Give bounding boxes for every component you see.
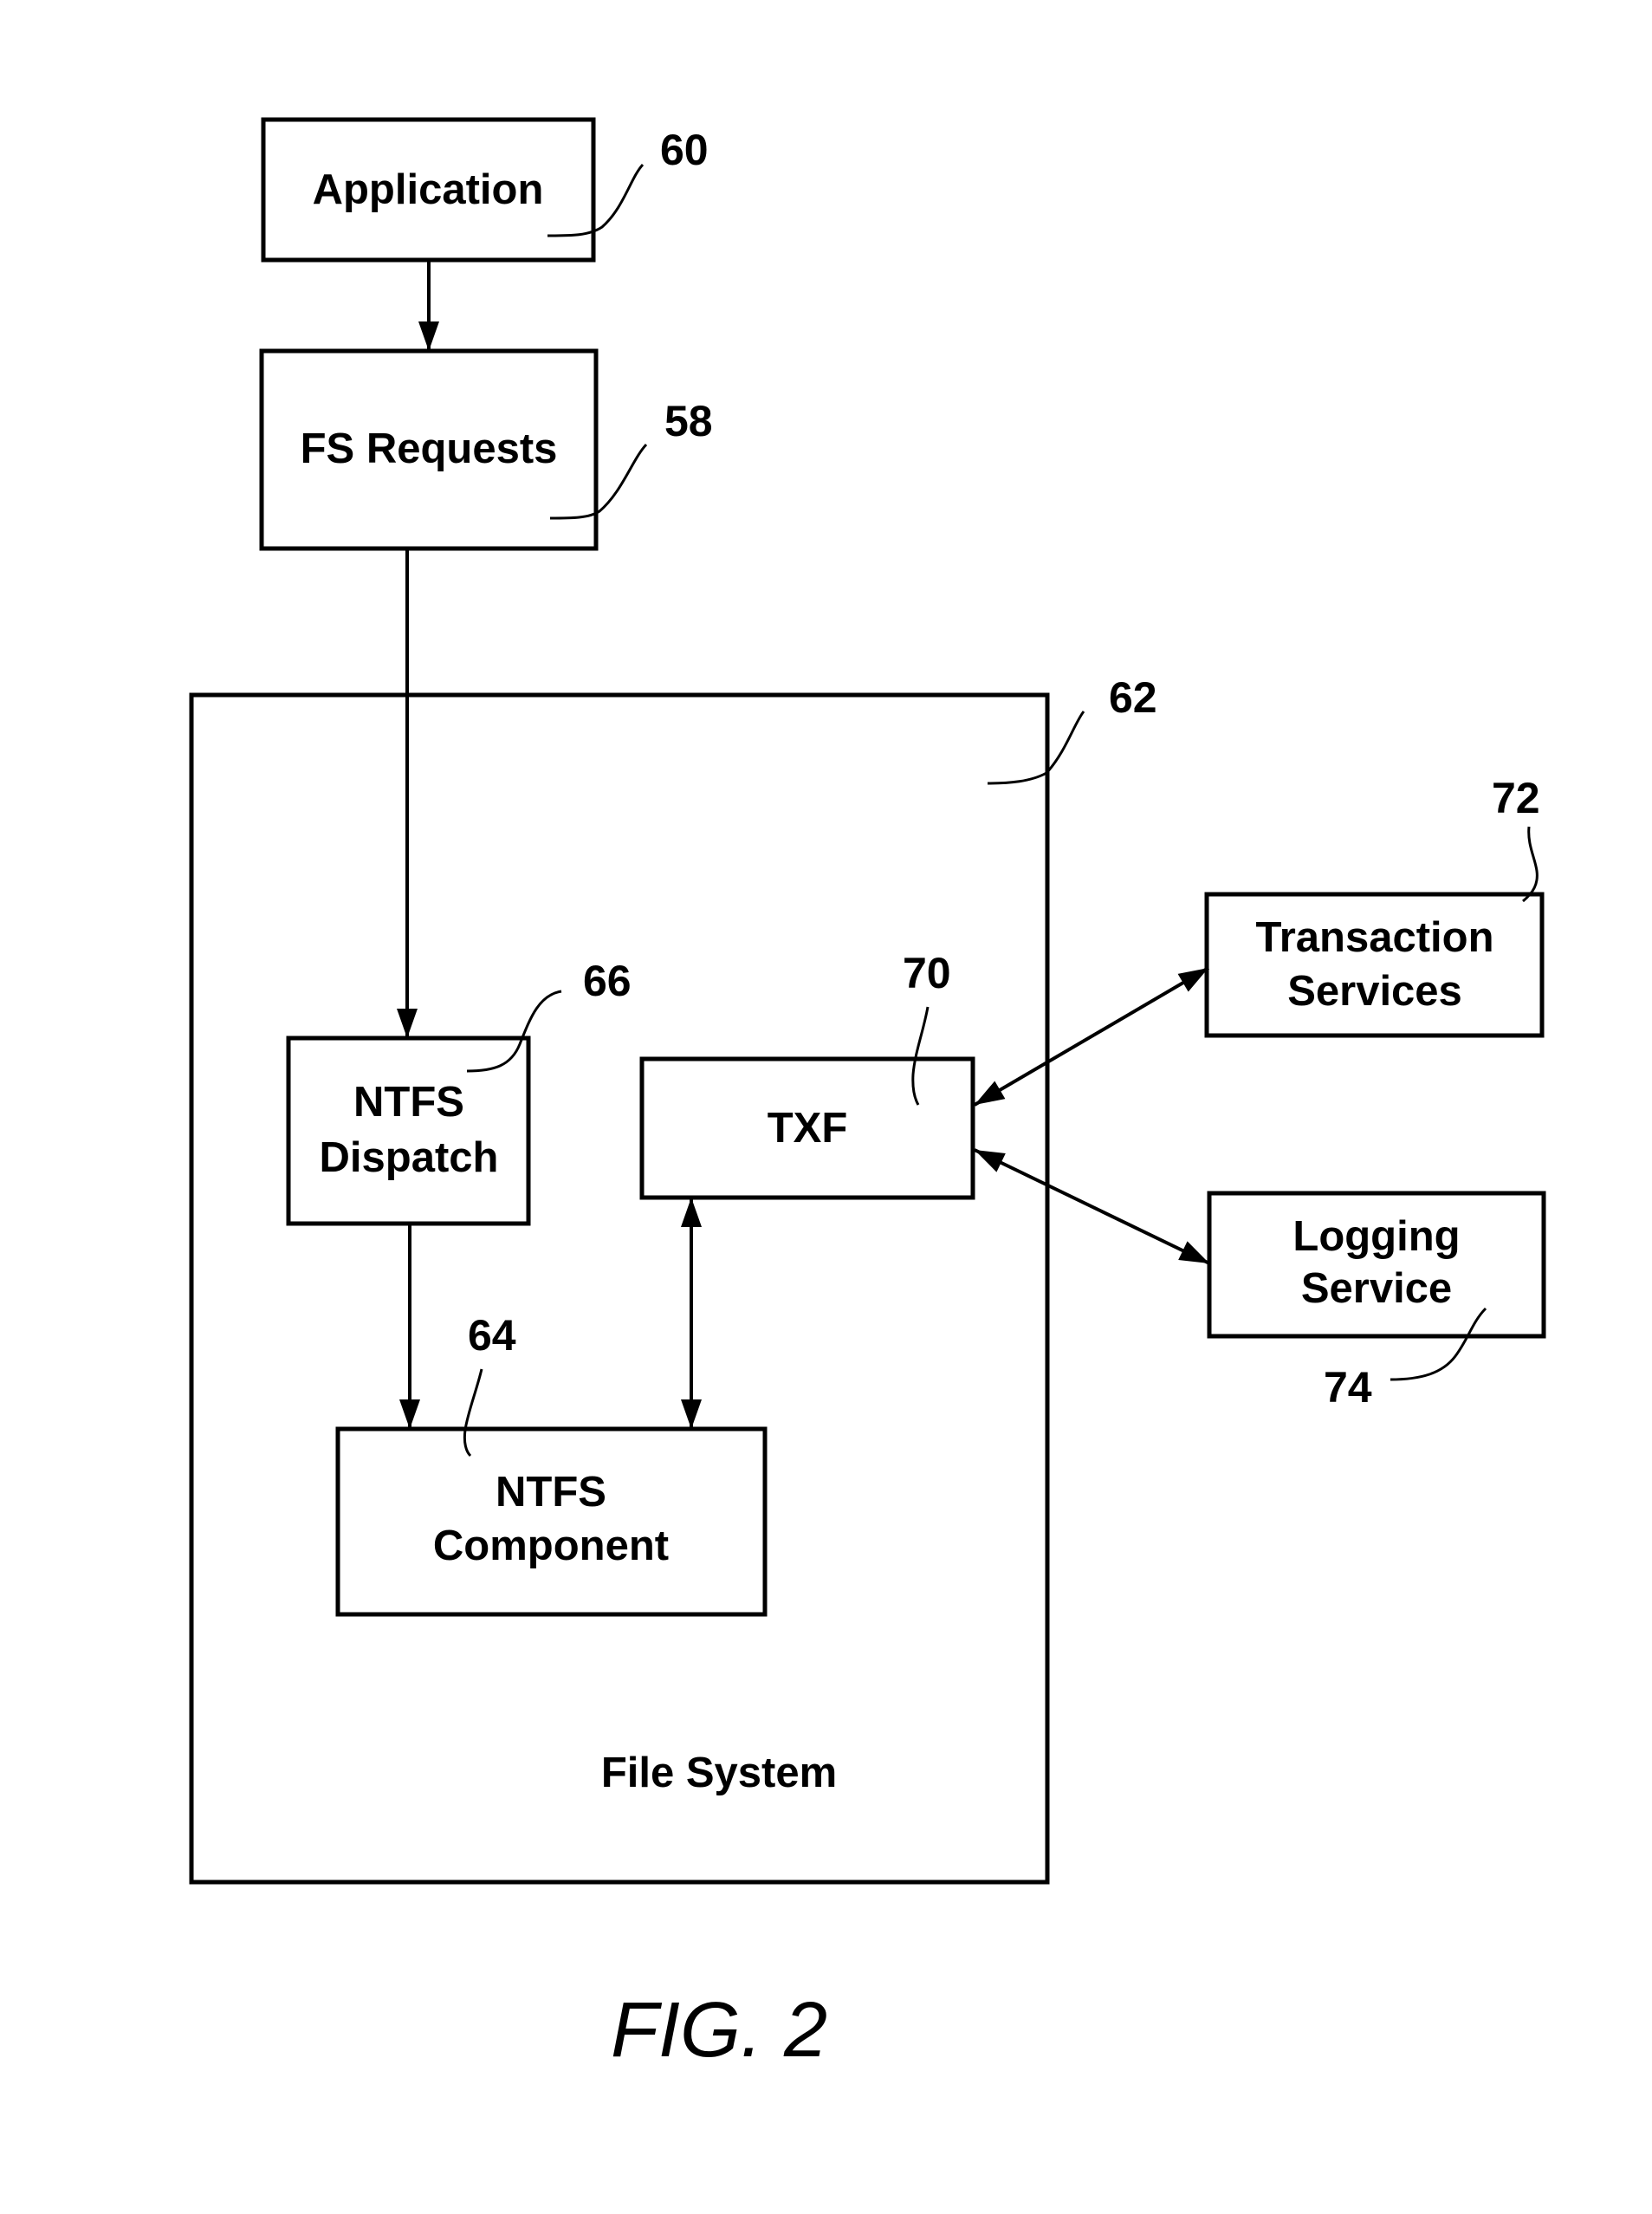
ntfs-component-label-line1: NTFS <box>496 1469 606 1516</box>
txf-label: TXF <box>768 1105 848 1152</box>
arrowhead-txf <box>681 1198 702 1227</box>
ref-58: 58 <box>664 397 713 445</box>
arrowhead-ntfs-dispatch <box>397 1009 418 1038</box>
ntfs-component-box <box>335 1426 768 1617</box>
arrowhead-ntfs-component <box>399 1399 420 1429</box>
file-system-frame <box>189 692 1050 1885</box>
figure-caption: FIG. 2 <box>611 1987 827 2074</box>
ntfs-component-label-line2: Component <box>433 1523 669 1569</box>
ref-60: 60 <box>660 126 709 174</box>
connector-txf-to-logging-service <box>974 1148 1210 1265</box>
ref-70: 70 <box>903 949 951 997</box>
arrowhead-ntfs-component <box>681 1399 702 1429</box>
fs-architecture-diagram: File System Application FS Requests NTFS… <box>189 117 1546 2074</box>
leader-72 <box>1522 826 1539 903</box>
fs-requests-label: FS Requests <box>301 425 558 472</box>
ntfs-dispatch-box <box>286 1036 531 1226</box>
arrowhead-transaction-services <box>1177 968 1208 992</box>
ntfs-dispatch-label-line2: Dispatch <box>320 1134 499 1181</box>
ref-66: 66 <box>583 957 632 1005</box>
file-system-label: File System <box>601 1750 837 1796</box>
leader-62 <box>987 711 1085 785</box>
transaction-services-label-line2: Services <box>1287 968 1462 1015</box>
ntfs-dispatch-label-line1: NTFS <box>353 1079 464 1126</box>
connector-txf-to-transaction-services <box>973 966 1210 1107</box>
logging-service-label-line2: Service <box>1301 1265 1452 1312</box>
ref-64: 64 <box>468 1311 516 1360</box>
ref-74: 74 <box>1324 1363 1372 1412</box>
ref-62: 62 <box>1109 673 1157 722</box>
ref-72: 72 <box>1492 774 1540 822</box>
arrowhead-logging-service <box>1178 1241 1209 1263</box>
arrowhead-fs-requests <box>418 321 439 351</box>
logging-service-label-line1: Logging <box>1292 1213 1460 1260</box>
transaction-services-label-line1: Transaction <box>1255 914 1493 961</box>
application-label: Application <box>313 166 544 213</box>
arrowhead-txf <box>975 1081 1006 1105</box>
arrowhead-txf <box>975 1150 1006 1172</box>
